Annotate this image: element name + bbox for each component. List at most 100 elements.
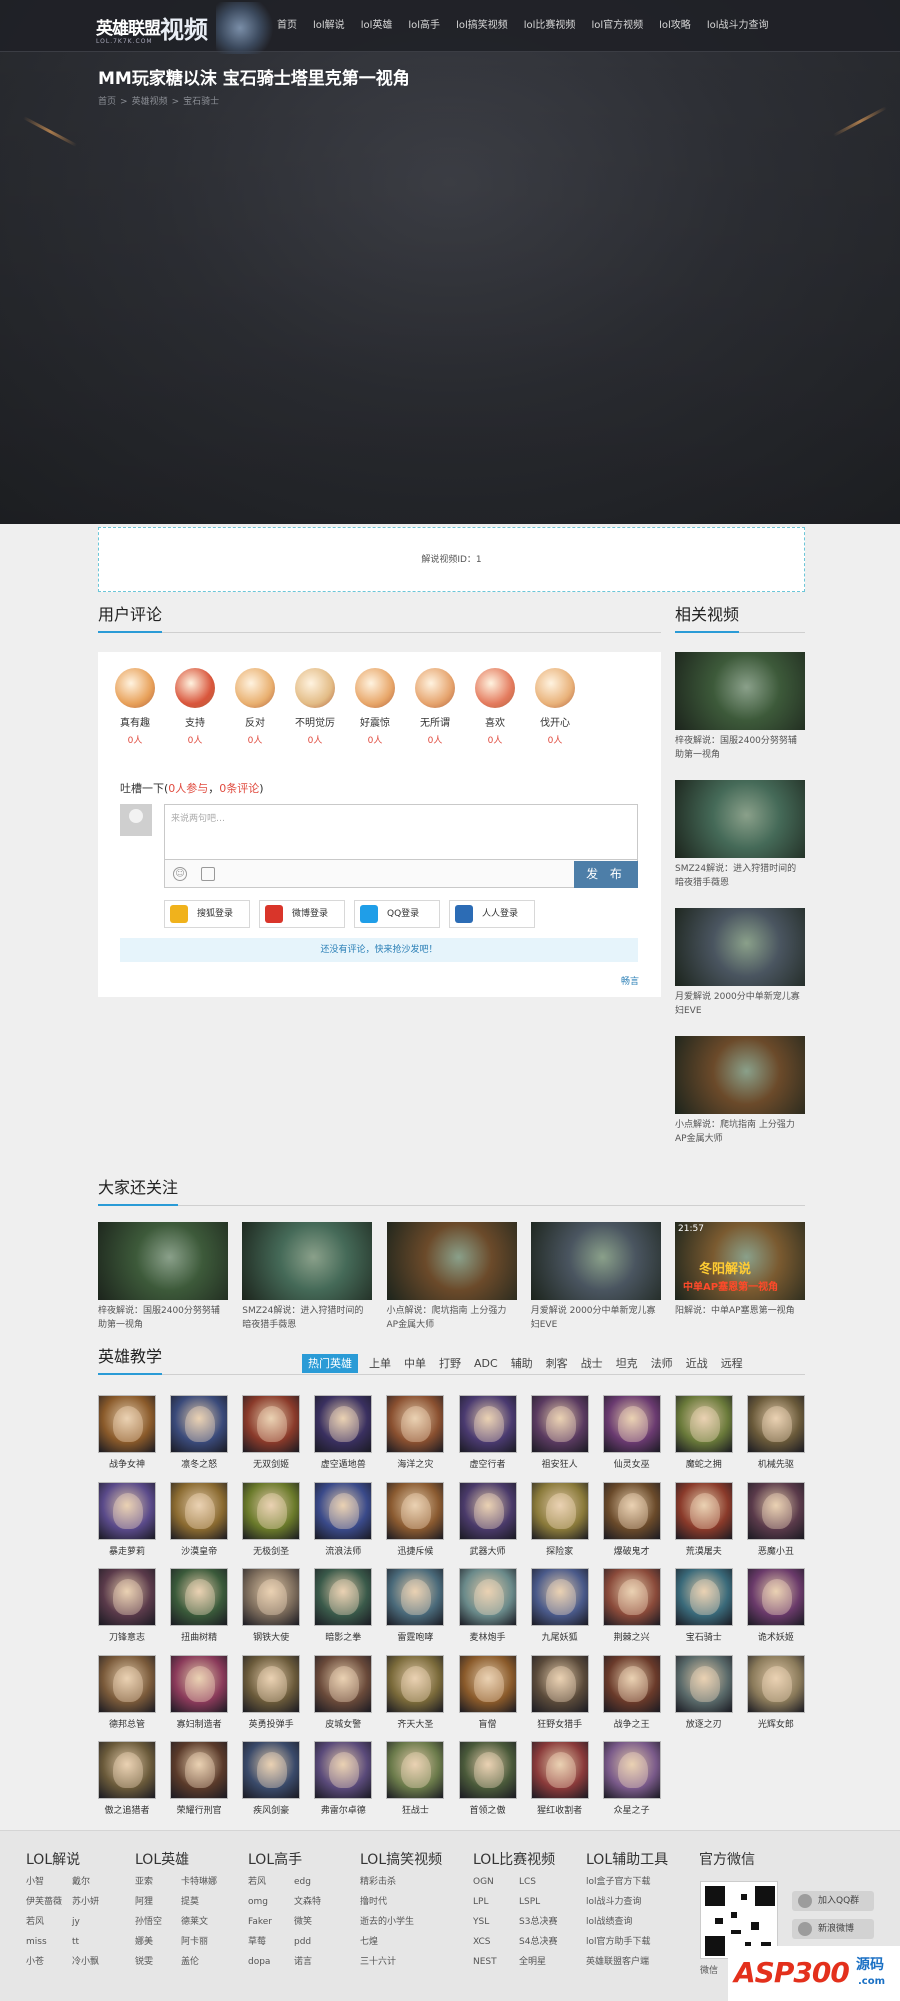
footer-link[interactable]: S4总决赛: [519, 1935, 565, 1950]
reaction-3[interactable]: 不明觉厉 0人: [290, 668, 340, 746]
hero-name[interactable]: 狂野女猎手: [531, 1717, 589, 1730]
hero-card[interactable]: 猩红收割者: [530, 1741, 589, 1816]
hero-tab-9[interactable]: 法师: [649, 1354, 675, 1373]
footer-link[interactable]: 草莓: [248, 1935, 294, 1950]
hero-tab-1[interactable]: 上单: [367, 1354, 393, 1373]
hero-card[interactable]: 荣耀行刑官: [170, 1741, 229, 1816]
footer-link[interactable]: LPL: [473, 1895, 519, 1910]
hero-name[interactable]: 疾风剑豪: [242, 1803, 300, 1816]
hero-name[interactable]: 雷霆咆哮: [386, 1630, 444, 1643]
reaction-1[interactable]: 支持 0人: [170, 668, 220, 746]
footer-link[interactable]: edg: [294, 1875, 340, 1890]
footer-link[interactable]: pdd: [294, 1935, 340, 1950]
follow-video-caption[interactable]: SMZ24解说：进入狩猎时间的暗夜猎手薇恩: [242, 1304, 372, 1332]
hero-tab-7[interactable]: 战士: [579, 1354, 605, 1373]
hero-name[interactable]: 宝石骑士: [675, 1630, 733, 1643]
footer-link[interactable]: YSL: [473, 1915, 519, 1930]
hero-name[interactable]: 放逐之刃: [675, 1717, 733, 1730]
hero-card[interactable]: 众星之子: [602, 1741, 661, 1816]
weibo-button[interactable]: 新浪微博: [792, 1919, 874, 1939]
hero-card[interactable]: 雷霆咆哮: [386, 1568, 445, 1643]
hero-name[interactable]: 战争女神: [98, 1457, 156, 1470]
related-video-item[interactable]: 小点解说：爬坑指南 上分强力AP金属大师: [675, 1036, 805, 1146]
footer-link[interactable]: NEST: [473, 1955, 519, 1970]
hero-card[interactable]: 英勇投弹手: [242, 1654, 301, 1730]
hero-portrait[interactable]: [170, 1654, 229, 1713]
nav-item-5[interactable]: lol比赛视频: [517, 0, 583, 52]
hero-portrait[interactable]: [386, 1481, 445, 1540]
nav-item-3[interactable]: lol高手: [401, 0, 447, 52]
reaction-6[interactable]: 喜欢 0人: [470, 668, 520, 746]
hero-name[interactable]: 武器大师: [459, 1544, 517, 1557]
follow-video-item[interactable]: 月爱解说 2000分中单新宠儿寡妇EVE: [530, 1222, 661, 1332]
hero-name[interactable]: 寡妇制造者: [170, 1717, 228, 1730]
hero-name[interactable]: 光辉女郎: [747, 1717, 805, 1730]
hero-card[interactable]: 齐天大圣: [386, 1654, 445, 1730]
hero-portrait[interactable]: [602, 1654, 661, 1713]
join-qq-group-button[interactable]: 加入QQ群: [792, 1891, 874, 1911]
hero-name[interactable]: 狂战士: [386, 1803, 444, 1816]
follow-video-item[interactable]: 冬阳解说 中单AP塞恩第一视角 21:57 阳解说：中单AP塞恩第一视角: [675, 1222, 805, 1318]
hero-name[interactable]: 荣耀行刑官: [170, 1803, 228, 1816]
hero-card[interactable]: 爆破鬼才: [602, 1481, 661, 1557]
hero-portrait[interactable]: [674, 1481, 733, 1540]
footer-link[interactable]: OGN: [473, 1875, 519, 1890]
hero-card[interactable]: 武器大师: [458, 1481, 517, 1557]
hero-portrait[interactable]: [98, 1395, 156, 1453]
hero-card[interactable]: 迅捷斥候: [386, 1481, 445, 1557]
footer-link[interactable]: 逝去的小学生: [360, 1915, 470, 1930]
footer-link[interactable]: 精彩击杀: [360, 1875, 470, 1890]
hero-card[interactable]: 虚空行者: [458, 1395, 517, 1470]
hero-name[interactable]: 魔蛇之拥: [675, 1457, 733, 1470]
hero-portrait[interactable]: [674, 1654, 733, 1713]
emoji-icon[interactable]: ☺: [173, 867, 187, 881]
hero-portrait[interactable]: [314, 1654, 373, 1713]
follow-video-caption[interactable]: 阳解说：中单AP塞恩第一视角: [675, 1304, 805, 1318]
hero-card[interactable]: 德邦总管: [98, 1654, 156, 1730]
hero-portrait[interactable]: [98, 1568, 156, 1626]
hero-portrait[interactable]: [530, 1568, 589, 1626]
publish-button[interactable]: 发 布: [574, 861, 638, 888]
breadcrumb-item[interactable]: 首页: [98, 97, 116, 107]
hero-name[interactable]: 爆破鬼才: [603, 1544, 661, 1557]
hero-name[interactable]: 荆棘之兴: [603, 1630, 661, 1643]
hero-portrait[interactable]: [170, 1568, 229, 1626]
related-video-caption[interactable]: 梓夜解说：国服2400分努努辅助第一视角: [675, 734, 805, 762]
hero-portrait[interactable]: [530, 1395, 589, 1453]
hero-card[interactable]: 诡术妖姬: [746, 1568, 805, 1643]
hero-portrait[interactable]: [314, 1741, 373, 1799]
hero-card[interactable]: 狂野女猎手: [530, 1654, 589, 1730]
hero-card[interactable]: 首领之傲: [458, 1741, 517, 1816]
footer-link[interactable]: 卡特琳娜: [181, 1875, 227, 1890]
hero-tab-5[interactable]: 辅助: [509, 1354, 535, 1373]
footer-link[interactable]: 提莫: [181, 1895, 227, 1910]
hero-tab-6[interactable]: 刺客: [544, 1354, 570, 1373]
reaction-7[interactable]: 伐开心 0人: [530, 668, 580, 746]
footer-link[interactable]: 盖伦: [181, 1955, 227, 1970]
hero-portrait[interactable]: [746, 1568, 805, 1626]
hero-card[interactable]: 海洋之灾: [386, 1395, 445, 1470]
hero-name[interactable]: 钢铁大使: [242, 1630, 300, 1643]
site-logo[interactable]: 英雄联盟 视频 LOL.7K7K.COM: [96, 2, 276, 54]
hero-name[interactable]: 沙漠皇帝: [170, 1544, 228, 1557]
hero-card[interactable]: 傲之追猎者: [98, 1741, 156, 1816]
hero-card[interactable]: 九尾妖狐: [530, 1568, 589, 1643]
hero-card[interactable]: 寡妇制造者: [170, 1654, 229, 1730]
footer-link[interactable]: Faker: [248, 1915, 294, 1930]
hero-name[interactable]: 猩红收割者: [531, 1803, 589, 1816]
hero-card[interactable]: 探险家: [530, 1481, 589, 1557]
video-thumbnail[interactable]: 冬阳解说 中单AP塞恩第一视角 21:57: [675, 1222, 805, 1300]
footer-link[interactable]: miss: [26, 1935, 72, 1950]
footer-link[interactable]: 娜美: [135, 1935, 181, 1950]
hero-name[interactable]: 凛冬之怒: [170, 1457, 228, 1470]
hero-card[interactable]: 疾风剑豪: [242, 1741, 301, 1816]
hero-name[interactable]: 仙灵女巫: [603, 1457, 661, 1470]
breadcrumb-item[interactable]: 英雄视频: [132, 97, 168, 107]
breadcrumb-item[interactable]: 宝石骑士: [183, 97, 219, 107]
nav-item-4[interactable]: lol搞笑视频: [449, 0, 515, 52]
hero-tab-3[interactable]: 打野: [437, 1354, 463, 1373]
footer-link[interactable]: 阿卡丽: [181, 1935, 227, 1950]
hero-name[interactable]: 虚空遁地兽: [314, 1457, 372, 1470]
hero-name[interactable]: 众星之子: [603, 1803, 661, 1816]
hero-card[interactable]: 祖安狂人: [530, 1395, 589, 1470]
